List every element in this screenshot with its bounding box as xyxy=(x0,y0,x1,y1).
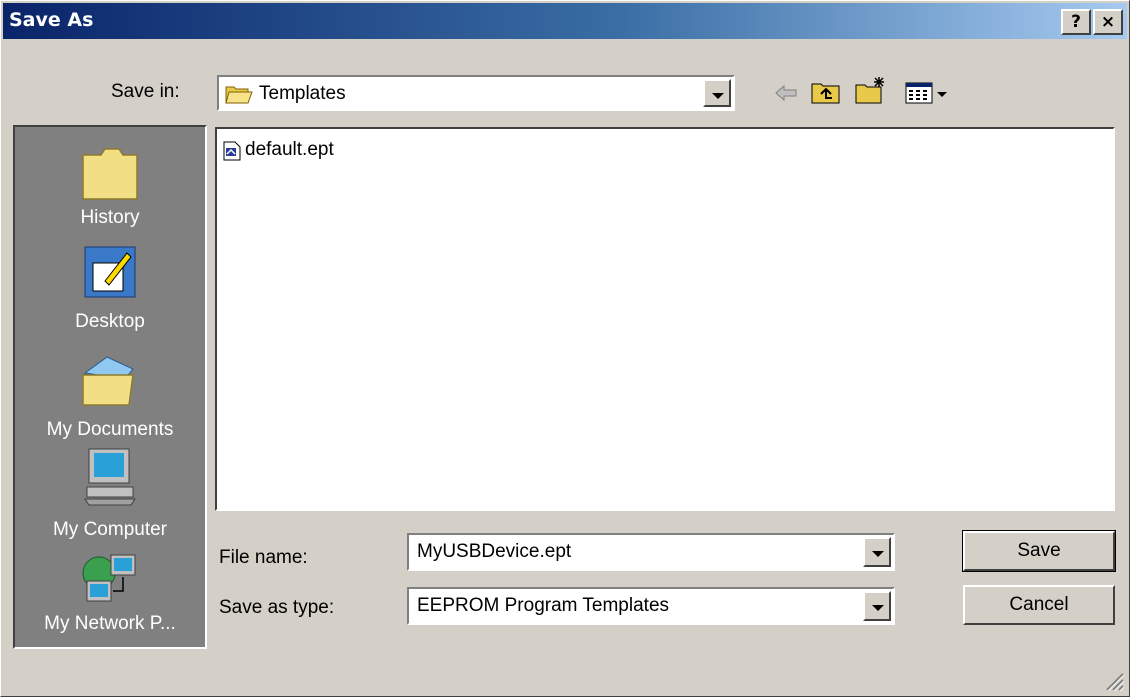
file-name: default.ept xyxy=(245,139,334,160)
save-type-value: EEPROM Program Templates xyxy=(417,595,670,616)
place-label: History xyxy=(80,207,140,228)
save-as-dialog: Save As ? × Save in: Templates History D… xyxy=(0,0,1130,697)
place-my-network-places[interactable]: My Network P... xyxy=(15,551,205,647)
places-bar: History Desktop My Documents My Computer… xyxy=(13,125,207,649)
save-type-dropdown-button[interactable] xyxy=(863,591,891,621)
close-button[interactable]: × xyxy=(1093,9,1123,35)
place-label: My Computer xyxy=(52,519,168,540)
save-type-label: Save as type: xyxy=(219,597,335,618)
file-list[interactable]: default.ept xyxy=(215,127,1115,511)
place-label: My Documents xyxy=(46,419,174,440)
help-button[interactable]: ? xyxy=(1061,9,1091,35)
back-arrow-icon[interactable] xyxy=(773,81,799,105)
file-name-label: File name: xyxy=(219,547,308,568)
cancel-button[interactable]: Cancel xyxy=(963,585,1115,625)
place-history[interactable]: History xyxy=(15,139,205,243)
ept-file-icon xyxy=(223,141,241,161)
list-item[interactable]: default.ept xyxy=(223,139,403,163)
place-my-documents[interactable]: My Documents xyxy=(15,351,205,455)
up-one-level-icon[interactable] xyxy=(811,79,841,105)
open-folder-icon xyxy=(225,86,253,104)
save-in-label: Save in: xyxy=(111,81,180,102)
my-documents-icon xyxy=(82,356,134,406)
save-in-combo[interactable]: Templates xyxy=(217,75,735,111)
save-button[interactable]: Save xyxy=(962,530,1116,572)
view-menu-icon[interactable] xyxy=(905,81,949,105)
window-title: Save As xyxy=(9,9,94,31)
save-in-value: Templates xyxy=(259,83,346,104)
create-new-folder-icon[interactable] xyxy=(855,75,887,105)
file-name-input[interactable]: MyUSBDevice.ept xyxy=(407,533,895,571)
save-type-select[interactable]: EEPROM Program Templates xyxy=(407,587,895,625)
place-label: Desktop xyxy=(75,311,145,332)
file-name-dropdown-button[interactable] xyxy=(863,537,891,567)
save-in-dropdown-button[interactable] xyxy=(703,79,731,107)
place-label: My Network P... xyxy=(44,613,176,634)
place-my-computer[interactable]: My Computer xyxy=(15,447,205,551)
history-folder-icon xyxy=(82,148,138,200)
title-bar[interactable]: Save As ? × xyxy=(3,3,1127,39)
desktop-icon xyxy=(84,246,136,298)
resize-grip-icon[interactable] xyxy=(1103,670,1125,692)
file-name-value: MyUSBDevice.ept xyxy=(417,541,572,562)
place-desktop[interactable]: Desktop xyxy=(15,245,205,349)
my-network-places-icon xyxy=(82,554,136,602)
my-computer-icon xyxy=(84,448,136,506)
